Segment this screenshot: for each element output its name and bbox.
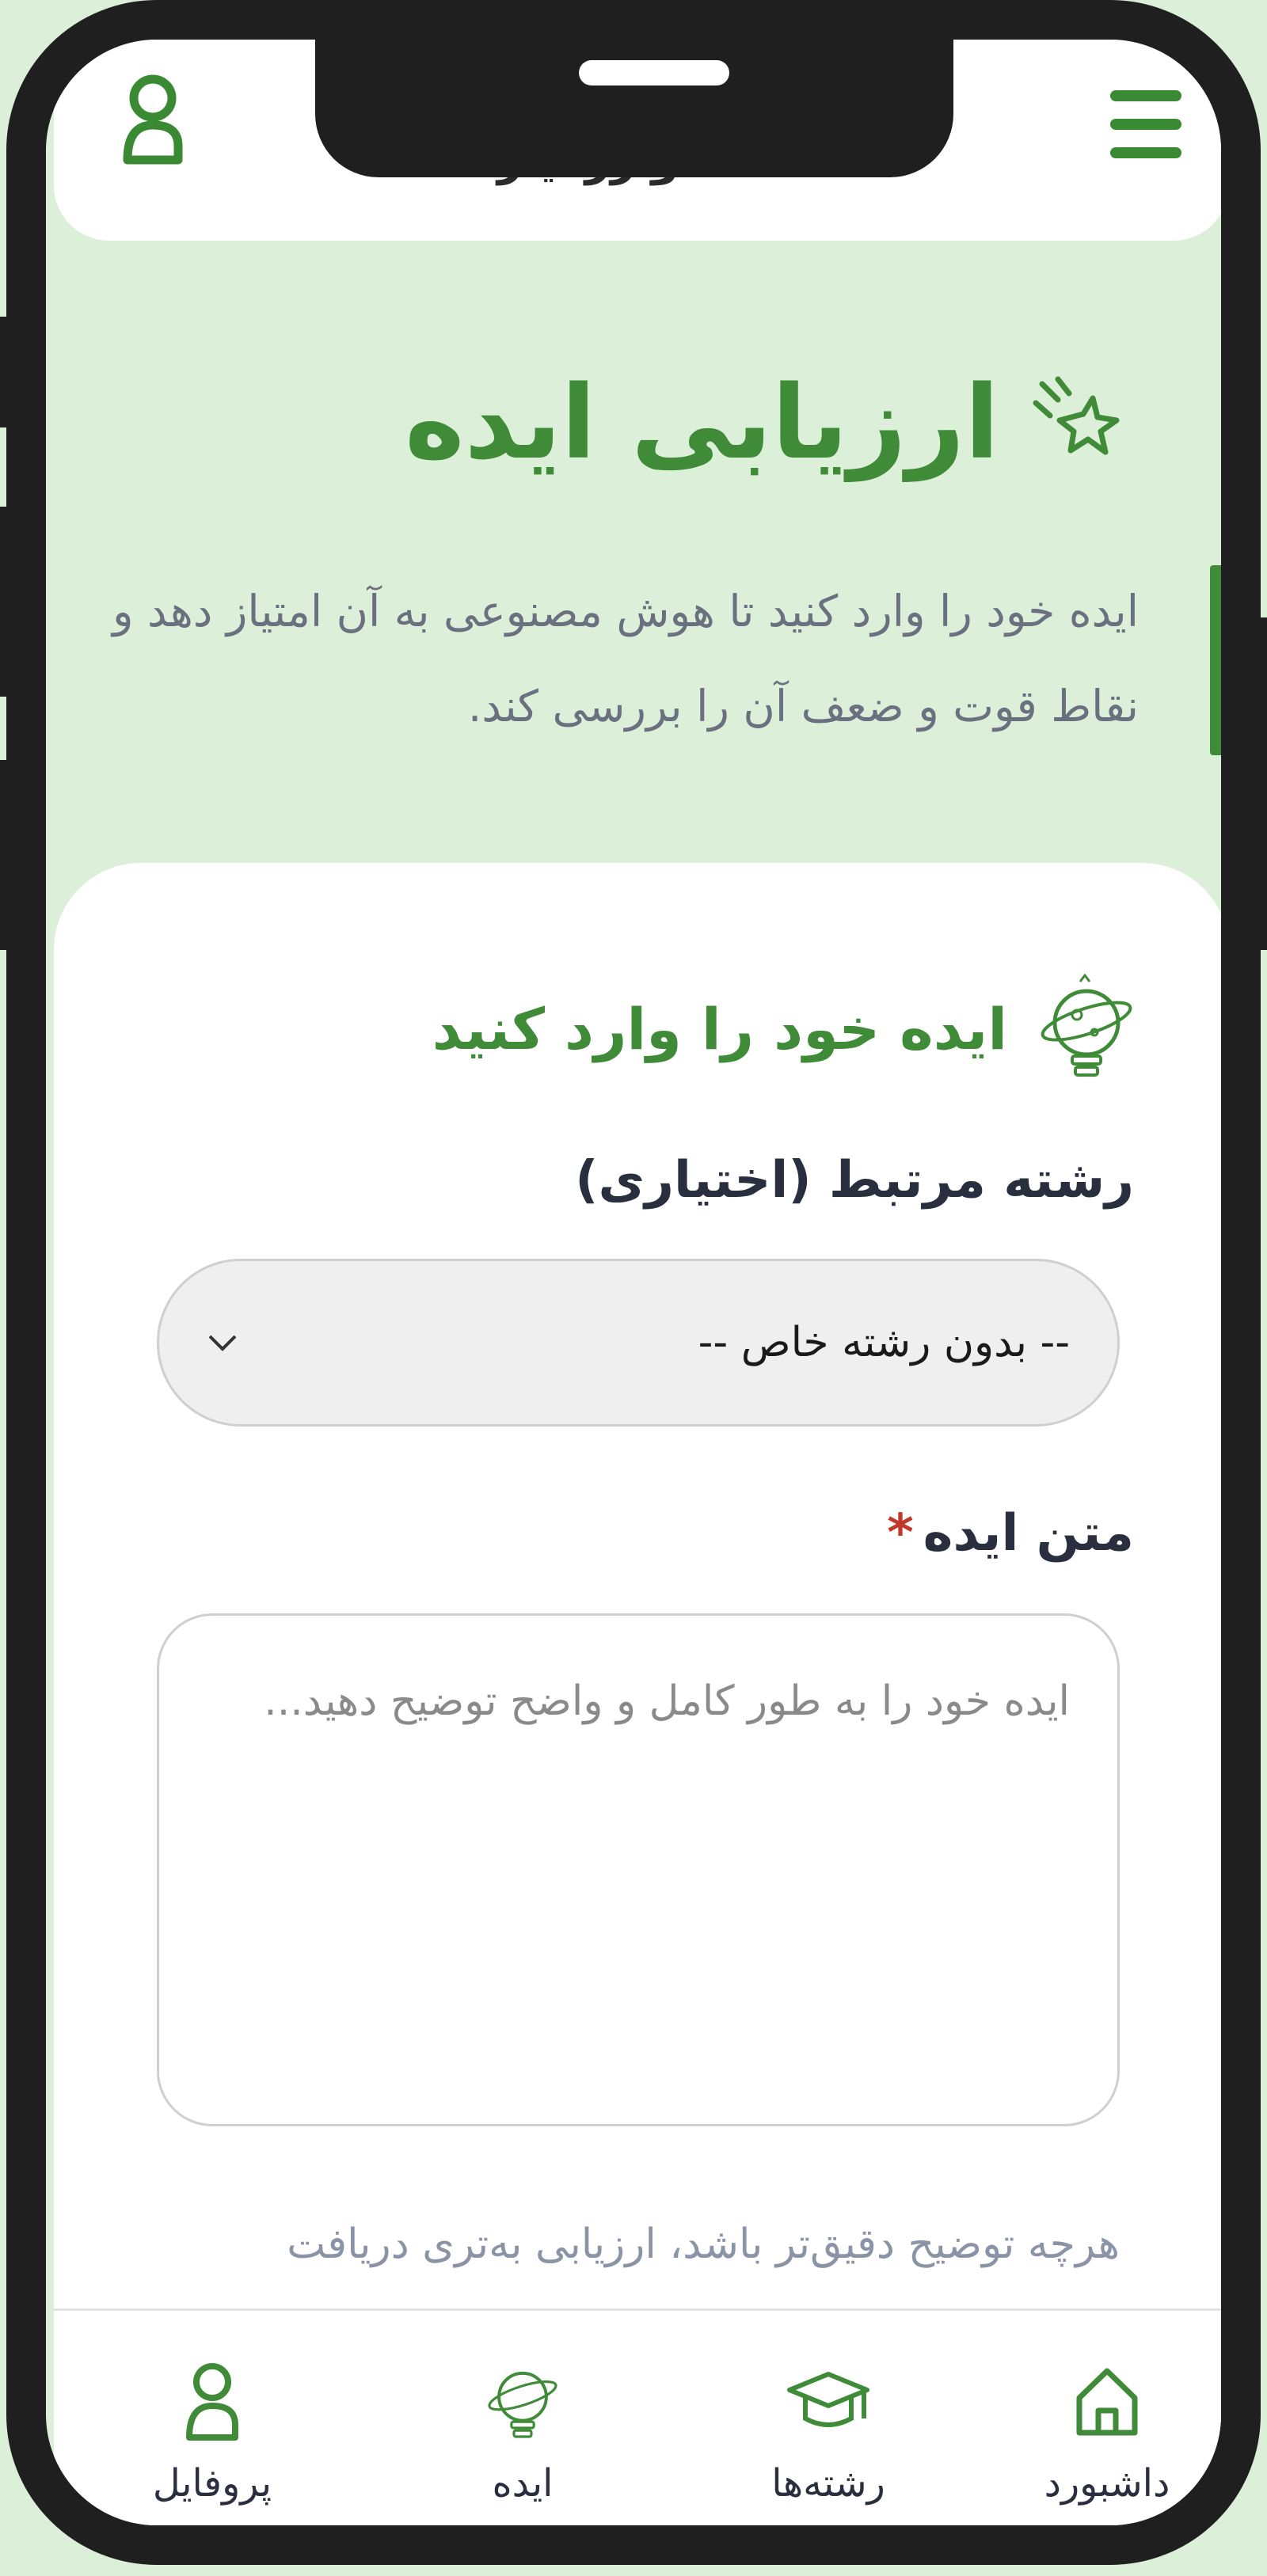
page-title-text: ارزیابی ایده [405,364,999,482]
tab-idea-label: ایده [492,2461,554,2506]
phone-speaker [579,60,729,85]
phone-notch [315,40,953,177]
user-icon [186,2363,238,2441]
home-icon [1076,2368,1138,2436]
chevron-down-icon [208,1335,237,1351]
graduation-cap-icon [787,2372,869,2427]
required-mark: * [887,1504,914,1563]
tab-idea[interactable]: ایده [396,2327,649,2525]
tab-profile-label: پروفایل [152,2461,272,2506]
tab-dashboard-label: داشبورد [1044,2461,1170,2506]
user-icon [123,74,183,165]
phone-frame: خوارزمیار ارزیابی ایده ایده خود را وارد … [6,0,1261,2565]
page-description: ایده خود را وارد کنید تا هوش مصنوعی به آ… [112,586,1139,731]
idea-bulb-icon [488,2371,557,2438]
tab-fields[interactable]: رشته‌ها [702,2327,955,2525]
field-select[interactable]: -- بدون رشته خاص -- [157,1259,1120,1427]
tab-fields-label: رشته‌ها [771,2461,885,2506]
page-title: ارزیابی ایده [405,364,1126,482]
field-select-value: -- بدون رشته خاص -- [698,1319,1070,1366]
idea-text-label-text: متن ایده [923,1504,1134,1563]
idea-text-label: متن ایده* [887,1504,1134,1563]
form-card-title: ایده خود را وارد کنید [432,974,1134,1085]
accent-bar [1210,565,1221,755]
idea-text-input[interactable]: ایده خود را به طور کامل و واضح توضیح دهی… [157,1613,1120,2126]
field-select-label: رشته مرتبط (اختیاری) [575,1151,1134,1210]
profile-button[interactable] [121,74,185,166]
form-card-title-text: ایده خود را وارد کنید [432,996,1007,1062]
menu-button[interactable] [1110,90,1181,158]
bottom-tab-bar: داشبورد رشته‌ها ایده پروفایل [54,2308,1221,2525]
tab-dashboard[interactable]: داشبورد [980,2327,1221,2525]
tab-profile[interactable]: پروفایل [86,2327,339,2525]
sparkle-star-icon [1033,376,1120,454]
idea-bulb-icon [1041,974,1132,1077]
